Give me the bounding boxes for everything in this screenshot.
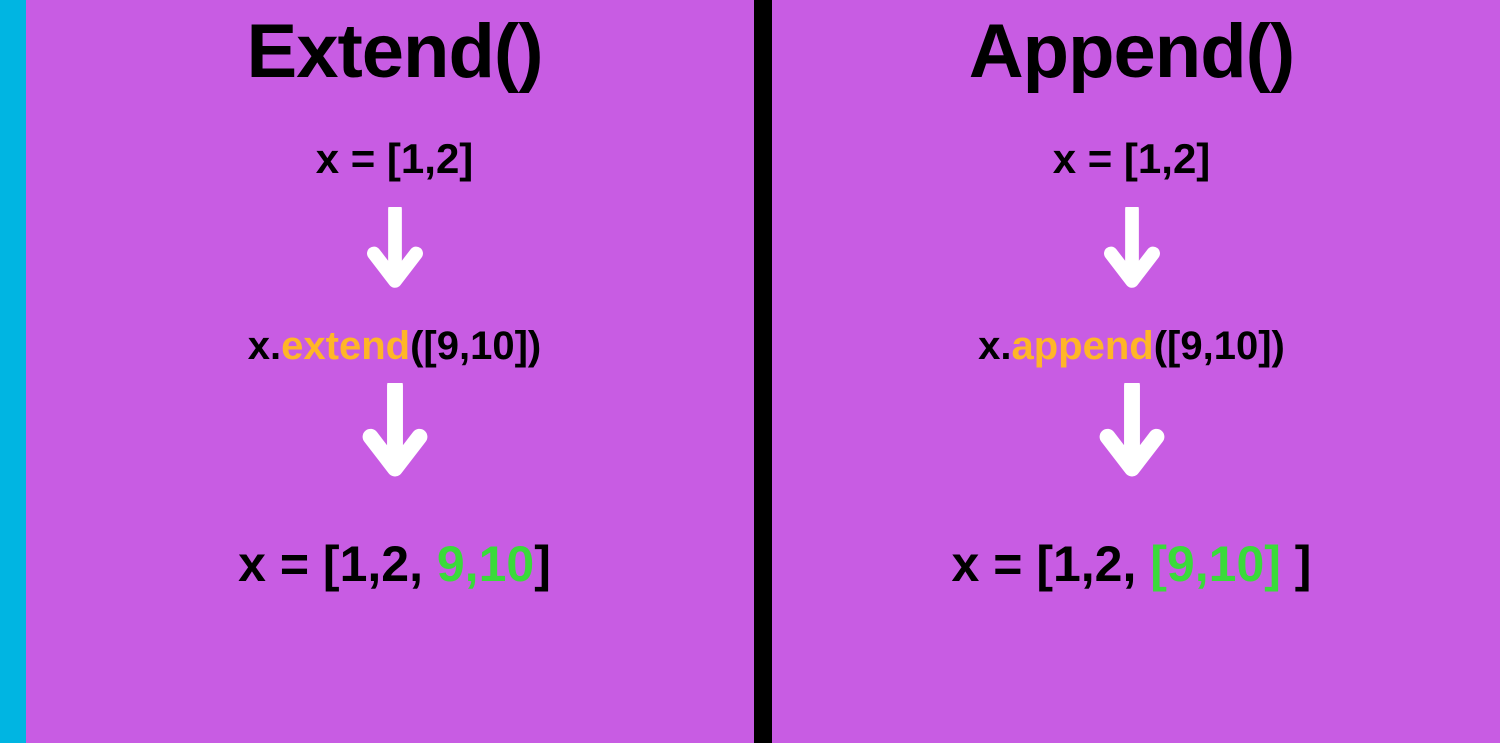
down-arrow-icon <box>1089 383 1175 493</box>
extend-call-code: x.extend([9,10]) <box>248 324 541 369</box>
down-arrow-icon <box>352 383 438 493</box>
result-added: [9,10] <box>1150 536 1281 592</box>
result-suffix: ] <box>1281 536 1312 592</box>
call-suffix: ([9,10]) <box>410 324 541 368</box>
append-result-code: x = [1,2, [9,10] ] <box>952 535 1312 593</box>
extend-result-code: x = [1,2, 9,10] <box>238 535 551 593</box>
extend-init-code: x = [1,2] <box>316 135 474 183</box>
call-method: append <box>1011 324 1153 368</box>
call-method: extend <box>281 324 410 368</box>
result-prefix: x = [1,2, <box>238 536 437 592</box>
append-column: Append() x = [1,2] x.append([9,10]) x = … <box>763 0 1500 743</box>
append-init-code: x = [1,2] <box>1053 135 1211 183</box>
call-prefix: x. <box>978 324 1011 368</box>
center-divider <box>754 0 772 743</box>
call-prefix: x. <box>248 324 281 368</box>
append-call-code: x.append([9,10]) <box>978 324 1285 369</box>
call-suffix: ([9,10]) <box>1154 324 1285 368</box>
result-suffix: ] <box>534 536 551 592</box>
down-arrow-icon <box>1097 207 1167 302</box>
extend-column: Extend() x = [1,2] x.extend([9,10]) x = … <box>26 0 763 743</box>
down-arrow-icon <box>360 207 430 302</box>
extend-title: Extend() <box>247 8 543 95</box>
result-prefix: x = [1,2, <box>952 536 1151 592</box>
diagram-stage: Extend() x = [1,2] x.extend([9,10]) x = … <box>26 0 1500 743</box>
append-title: Append() <box>969 8 1294 95</box>
result-added: 9,10 <box>437 536 534 592</box>
